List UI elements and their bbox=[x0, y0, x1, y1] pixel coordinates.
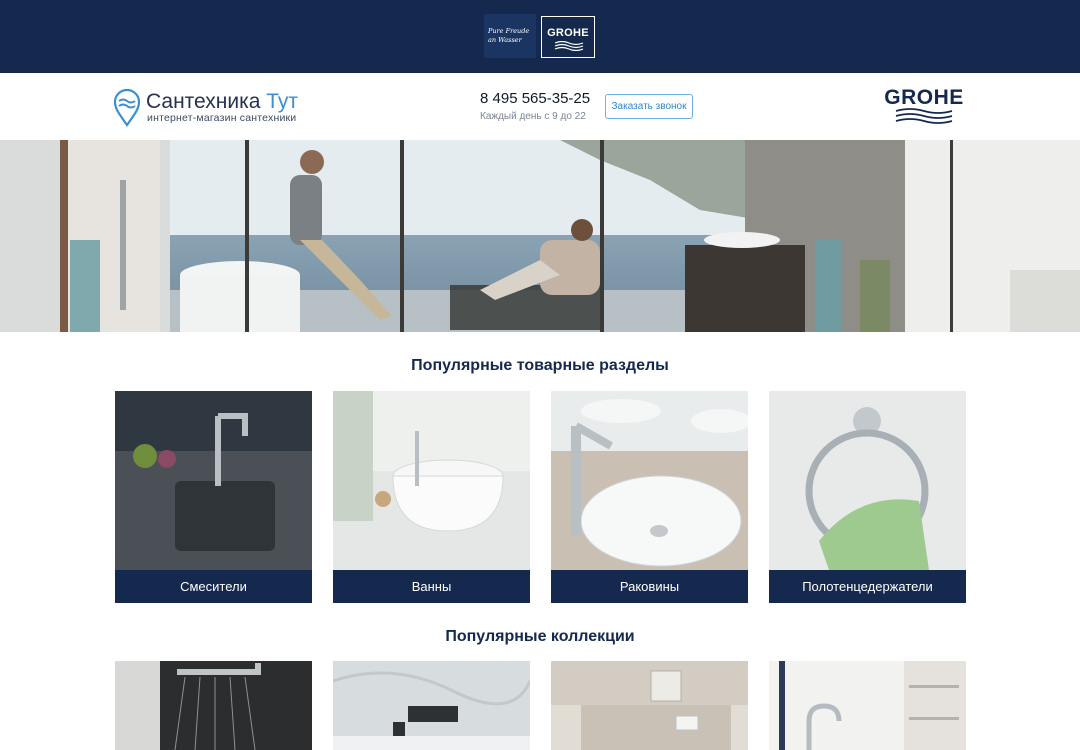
location-pin-icon[interactable] bbox=[114, 89, 140, 127]
popular-sections-title: Популярные товарные разделы bbox=[411, 357, 669, 374]
towel-ring-photo bbox=[769, 391, 966, 570]
collection-card[interactable] bbox=[333, 661, 530, 750]
popular-collections-title: Популярные коллекции bbox=[445, 628, 635, 645]
category-card-towel-holders[interactable]: Полотенцедержатели bbox=[769, 391, 966, 603]
hero-bathroom-scene-illustration bbox=[0, 140, 1080, 332]
bathtub-photo bbox=[333, 391, 530, 570]
shower-photo bbox=[115, 661, 312, 750]
collection-card[interactable] bbox=[551, 661, 748, 750]
category-label: Раковины bbox=[551, 570, 748, 603]
working-hours: Каждый день с 9 до 22 bbox=[480, 111, 586, 122]
category-card-bathtubs[interactable]: Ванны bbox=[333, 391, 530, 603]
hero-banner-image bbox=[0, 140, 1080, 332]
grohe-badge-text: GROHE bbox=[547, 27, 589, 39]
site-header: Сантехника Тут интернет-магазин сантехни… bbox=[0, 73, 1080, 140]
basin-mixer-photo bbox=[769, 661, 966, 750]
logo-title[interactable]: Сантехника Тут bbox=[146, 90, 298, 114]
kitchen-sink-photo bbox=[115, 391, 312, 570]
faucet-photo bbox=[333, 661, 530, 750]
category-label: Смесители bbox=[115, 570, 312, 603]
waves-icon bbox=[554, 41, 584, 51]
category-card-washbasins[interactable]: Раковины bbox=[551, 391, 748, 603]
slogan-text: Pure Freude an Wasser bbox=[488, 27, 530, 44]
washbasin-photo bbox=[551, 391, 748, 570]
top-brand-band: Pure Freude an Wasser GROHE bbox=[0, 0, 1080, 73]
grohe-logo-text: GROHE bbox=[884, 86, 964, 109]
logo-title-main: Сантехника bbox=[146, 90, 261, 113]
category-label: Полотенцедержатели bbox=[769, 570, 966, 603]
category-card-mixers[interactable]: Смесители bbox=[115, 391, 312, 603]
collection-card[interactable] bbox=[769, 661, 966, 750]
logo-subtitle: интернет-магазин сантехники bbox=[147, 112, 297, 124]
collection-card[interactable] bbox=[115, 661, 312, 750]
slogan-badge: Pure Freude an Wasser bbox=[484, 14, 536, 58]
grohe-logo[interactable]: GROHE bbox=[884, 86, 964, 126]
phone-number-link[interactable]: 8 495 565-35-25 bbox=[480, 90, 590, 107]
category-label: Ванны bbox=[333, 570, 530, 603]
waves-icon bbox=[895, 108, 953, 124]
callback-button[interactable]: Заказать звонок bbox=[605, 94, 693, 119]
grohe-badge-logo[interactable]: GROHE bbox=[541, 16, 595, 58]
flush-panel-photo bbox=[551, 661, 748, 750]
logo-title-accent: Тут bbox=[266, 90, 299, 113]
